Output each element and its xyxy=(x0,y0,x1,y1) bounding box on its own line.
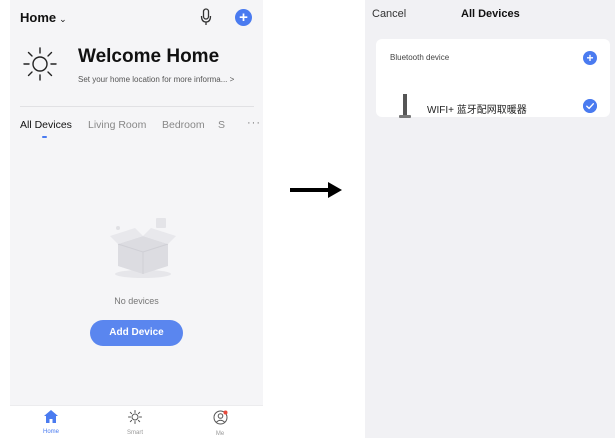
sun-icon xyxy=(23,47,57,81)
nav-me[interactable]: Me xyxy=(200,410,240,437)
add-icon-button[interactable]: + xyxy=(235,9,252,26)
page-title: All Devices xyxy=(461,8,520,20)
microphone-icon[interactable] xyxy=(200,8,212,26)
nav-smart-label: Smart xyxy=(126,430,143,436)
empty-state-message: No devices xyxy=(114,296,159,306)
chevron-down-icon: ⌄ xyxy=(59,14,67,24)
home-label: Home xyxy=(20,10,57,25)
cancel-button[interactable]: Cancel xyxy=(372,8,406,20)
room-tabs: All Devices Living Room Bedroom S xyxy=(20,119,260,139)
welcome-title: Welcome Home xyxy=(78,46,220,67)
bottom-nav: Home Smart Me xyxy=(10,405,263,438)
bluetooth-device-card: Bluetooth device + WIFI+ 蓝牙配网取暖器 xyxy=(376,39,610,118)
screenshot-root: Home ⌄ + Welcome Home Set your home loca… xyxy=(0,0,615,438)
welcome-card[interactable]: Welcome Home Set your home location for … xyxy=(20,44,260,94)
all-devices-screen: Cancel All Devices Bluetooth device + WI… xyxy=(365,0,615,438)
heater-device-icon xyxy=(399,94,411,118)
sun-icon xyxy=(128,410,142,424)
transition-arrow-icon xyxy=(290,182,342,198)
add-bluetooth-device-button[interactable]: + xyxy=(583,51,597,65)
home-icon xyxy=(44,410,58,423)
more-tabs-icon[interactable]: ··· xyxy=(247,117,261,129)
welcome-subtitle: Set your home location for more informa.… xyxy=(78,75,235,84)
check-icon[interactable] xyxy=(583,99,597,113)
nav-home[interactable]: Home xyxy=(31,410,71,435)
tab-truncated[interactable]: S xyxy=(218,119,225,131)
active-tab-indicator xyxy=(42,136,47,138)
nav-home-label: Home xyxy=(42,429,59,435)
nav-smart[interactable]: Smart xyxy=(115,410,155,436)
divider xyxy=(20,106,254,107)
section-label: Bluetooth device xyxy=(390,53,450,62)
tab-all-devices[interactable]: All Devices xyxy=(20,119,72,131)
top-bar: Home ⌄ + xyxy=(10,0,263,36)
home-screen: Home ⌄ + Welcome Home Set your home loca… xyxy=(10,0,263,438)
tab-bedroom[interactable]: Bedroom xyxy=(162,119,205,131)
add-device-button[interactable]: Add Device xyxy=(90,320,183,346)
profile-icon xyxy=(213,410,227,425)
home-selector[interactable]: Home ⌄ xyxy=(20,10,67,25)
tab-living-room[interactable]: Living Room xyxy=(88,119,146,131)
nav-me-label: Me xyxy=(215,431,225,437)
empty-box-illustration xyxy=(110,218,176,278)
device-name[interactable]: WIFI+ 蓝牙配网取暖器 xyxy=(427,101,527,116)
